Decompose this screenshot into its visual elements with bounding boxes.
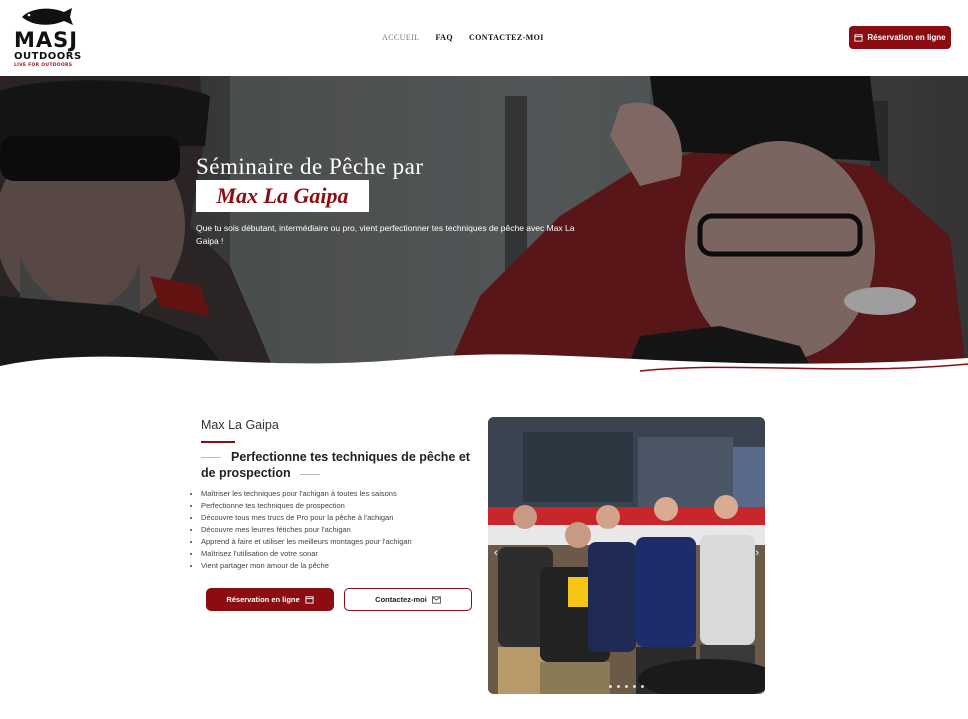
booking-button-label: Réservation en ligne bbox=[226, 595, 300, 604]
list-item: Perfectionne tes techniques de prospecti… bbox=[201, 500, 412, 512]
logo[interactable]: MASJ OUTDOORS LIVE FOR OUTDOORS bbox=[14, 6, 81, 72]
accent-divider bbox=[201, 441, 235, 443]
hero-banner: Séminaire de Pêche par Max La Gaipa Que … bbox=[0, 76, 968, 386]
booking-button[interactable]: Réservation en ligne bbox=[206, 588, 334, 611]
carousel-prev-icon[interactable]: ‹ bbox=[494, 547, 498, 559]
carousel-dot[interactable] bbox=[641, 685, 644, 688]
feature-list: Maîtriser les techniques pour l'achigan … bbox=[191, 488, 412, 572]
carousel-dot[interactable] bbox=[617, 685, 620, 688]
carousel-dot[interactable] bbox=[609, 685, 612, 688]
logo-tagline: LIVE FOR OUTDOORS bbox=[14, 63, 73, 68]
hero-description: Que tu sois débutant, intermédiaire ou p… bbox=[196, 223, 575, 246]
site-header: MASJ OUTDOORS LIVE FOR OUTDOORS ACCUEIL … bbox=[0, 0, 968, 76]
section-subtitle: Max La Gaipa bbox=[201, 418, 279, 432]
logo-sub-text: OUTDOORS bbox=[14, 51, 82, 62]
carousel-photo[interactable]: ‹ › bbox=[488, 417, 765, 694]
mail-icon bbox=[431, 595, 441, 604]
logo-text: MASJ OUTDOORS LIVE FOR OUTDOORS bbox=[14, 30, 82, 69]
hero-name-badge: Max La Gaipa bbox=[196, 180, 369, 212]
nav-link-contact[interactable]: CONTACTEZ-MOI bbox=[469, 33, 544, 42]
carousel-dot[interactable] bbox=[625, 685, 628, 688]
group-photo bbox=[488, 417, 765, 694]
contact-button-label: Contactez-moi bbox=[375, 595, 427, 604]
calendar-icon bbox=[305, 596, 314, 604]
calendar-icon bbox=[854, 34, 863, 42]
list-item: Découvre mes leurres fétiches pour l'ach… bbox=[201, 524, 412, 536]
logo-main-text: MASJ bbox=[14, 28, 79, 52]
carousel-next-icon[interactable]: › bbox=[755, 547, 759, 559]
header-booking-label: Réservation en ligne bbox=[867, 33, 946, 42]
header-booking-button[interactable]: Réservation en ligne bbox=[849, 26, 951, 49]
nav-link-accueil[interactable]: ACCUEIL bbox=[382, 33, 419, 42]
section-heading: Perfectionne tes techniques de pêche et … bbox=[201, 450, 470, 480]
bass-fish-icon bbox=[22, 8, 73, 25]
carousel-dot[interactable] bbox=[633, 685, 636, 688]
list-item: Apprend à faire et utiliser les meilleur… bbox=[201, 536, 412, 548]
carousel-dots bbox=[488, 685, 765, 688]
nav-link-faq[interactable]: FAQ bbox=[435, 33, 453, 42]
list-item: Vient partager mon amour de la pêche bbox=[201, 560, 412, 572]
contact-button[interactable]: Contactez-moi bbox=[344, 588, 472, 611]
heading-decoration-right bbox=[300, 474, 320, 475]
list-item: Maîtriser les techniques pour l'achigan … bbox=[201, 488, 412, 500]
list-item: Découvre tous mes trucs de Pro pour la p… bbox=[201, 512, 412, 524]
main-nav: ACCUEIL FAQ CONTACTEZ-MOI bbox=[382, 33, 544, 42]
hero-title: Séminaire de Pêche par bbox=[196, 154, 424, 179]
list-item: Maîtrisez l'utilisation de votre sonar bbox=[201, 548, 412, 560]
